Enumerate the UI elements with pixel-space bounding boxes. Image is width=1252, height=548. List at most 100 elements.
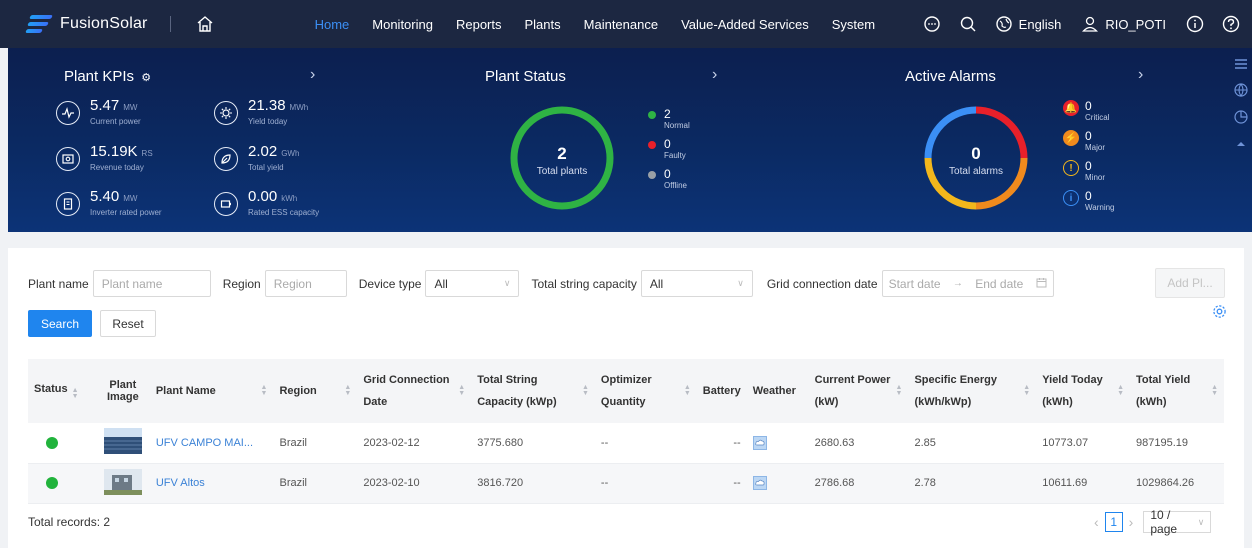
prev-page-icon[interactable]: ‹	[1094, 514, 1099, 530]
sort-icon[interactable]: ▲ ▼	[1023, 384, 1030, 397]
chat-icon[interactable]	[921, 13, 943, 35]
col-weather-label: Weather	[752, 385, 796, 397]
user-icon[interactable]	[1079, 13, 1101, 35]
col-status[interactable]: Status ▲ ▼	[28, 359, 96, 423]
app-logo[interactable]: FusionSolar	[25, 13, 148, 35]
menu-plants[interactable]: Plants	[525, 17, 561, 32]
col-current-power[interactable]: Current Power (kW) ▲ ▼	[809, 359, 909, 423]
col-specific-energy[interactable]: Specific Energy (kWh/kWp) ▲ ▼	[908, 359, 1036, 423]
col-plant-name[interactable]: Plant Name ▲ ▼	[150, 359, 274, 423]
kpi-inverter-rated-power: 5.40 MW Inverter rated power	[56, 189, 162, 217]
sort-icon[interactable]: ▲ ▼	[582, 384, 589, 397]
col-string-capacity[interactable]: Total String Capacity (kWp) ▲ ▼	[471, 359, 595, 423]
username[interactable]: RIO_POTI	[1105, 17, 1166, 32]
list-icon[interactable]	[1234, 58, 1248, 73]
status-value: 2	[664, 107, 671, 121]
alarm-major[interactable]: ⚡ 0 Major	[1063, 130, 1105, 152]
col-status-label: Status	[34, 382, 68, 395]
menu-value-added-services[interactable]: Value-Added Services	[681, 17, 809, 32]
plant-kpis-chevron-icon[interactable]: ›	[310, 66, 315, 84]
sort-icon[interactable]: ▲ ▼	[896, 384, 903, 397]
col-region[interactable]: Region ▲ ▼	[273, 359, 357, 423]
menu-system[interactable]: System	[832, 17, 875, 32]
col-grid-date[interactable]: Grid Connection Date ▲ ▼	[357, 359, 471, 423]
column-settings-gear-icon[interactable]	[1212, 304, 1227, 322]
device-type-select[interactable]: All ∨	[425, 270, 520, 297]
sort-icon[interactable]: ▲ ▼	[1117, 384, 1124, 397]
language-selector[interactable]: English	[1019, 17, 1062, 32]
search-icon[interactable]	[957, 13, 979, 35]
next-page-icon[interactable]: ›	[1129, 514, 1134, 530]
total-plants-value: 2	[557, 144, 567, 163]
plant-thumbnail-solar-panels[interactable]	[103, 428, 142, 455]
menu-reports[interactable]: Reports	[456, 17, 502, 32]
status-value: 0	[664, 137, 671, 151]
grid-date-cell: 2023-02-10	[363, 477, 420, 489]
sort-icon[interactable]: ▲ ▼	[72, 387, 79, 400]
menu-maintenance[interactable]: Maintenance	[584, 17, 658, 32]
sort-icon[interactable]: ▲ ▼	[344, 384, 351, 397]
plant-name-input[interactable]: Plant name	[92, 270, 211, 297]
table-row[interactable]: UFV CAMPO MAI... Brazil 2023-02-12 3775.…	[28, 423, 1224, 463]
weather-cloudy-icon[interactable]	[752, 476, 767, 490]
kpi-unit: MWh	[289, 103, 309, 112]
status-normal[interactable]: 2 Normal	[648, 108, 690, 130]
pie-chart-icon[interactable]	[1234, 110, 1248, 127]
menu-home[interactable]: Home	[315, 17, 350, 32]
grid-date-range-picker[interactable]: Start date → End date	[881, 270, 1054, 297]
date-arrow: →	[952, 278, 963, 289]
collapse-up-icon[interactable]	[1236, 137, 1246, 151]
kpi-rated-ess-capacity: 0.00 kWh Rated ESS capacity	[214, 189, 319, 217]
plant-name-link[interactable]: UFV Altos	[150, 463, 274, 503]
home-icon[interactable]	[195, 14, 215, 34]
plant-name-placeholder: Plant name	[101, 276, 163, 291]
help-icon[interactable]	[1220, 13, 1242, 35]
active-alarms-chevron-icon[interactable]: ›	[1138, 66, 1143, 84]
plant-status-center: 2 Total plants	[508, 144, 616, 177]
plant-thumbnail-building[interactable]	[103, 468, 142, 495]
region-cell: Brazil	[279, 436, 307, 449]
yield-today-cell: 10611.69	[1042, 477, 1088, 489]
kpi-settings-icon[interactable]: ⚙	[141, 72, 151, 84]
alarm-label: Warning	[1085, 203, 1115, 212]
alarm-critical[interactable]: 🔔 0 Critical	[1063, 100, 1109, 122]
page-number-current[interactable]: 1	[1104, 512, 1123, 532]
plant-status-chevron-icon[interactable]: ›	[712, 66, 717, 84]
col-opt-label-2: Quantity	[600, 396, 646, 408]
alarm-warning[interactable]: i 0 Warning	[1063, 190, 1115, 212]
alarm-minor[interactable]: ! 0 Minor	[1063, 160, 1105, 182]
sort-icon[interactable]: ▲ ▼	[1211, 384, 1218, 397]
col-yield-today[interactable]: Yield Today (kWh) ▲ ▼	[1036, 359, 1130, 423]
sort-icon[interactable]: ▲ ▼	[684, 384, 691, 397]
plant-image-cell[interactable]	[96, 463, 150, 503]
globe-icon[interactable]	[993, 13, 1015, 35]
reset-button[interactable]: Reset	[100, 310, 156, 337]
sort-icon[interactable]: ▲ ▼	[261, 384, 268, 397]
side-toolbar	[1234, 58, 1248, 161]
status-faulty[interactable]: 0 Faulty	[648, 138, 686, 160]
status-offline[interactable]: 0 Offline	[648, 168, 687, 190]
col-total-yield[interactable]: Total Yield (kWh) ▲ ▼	[1130, 359, 1224, 423]
plant-name-link[interactable]: UFV CAMPO MAI...	[150, 423, 274, 463]
globe-grid-icon[interactable]	[1234, 83, 1248, 100]
plant-kpis-title-text: Plant KPIs	[64, 68, 135, 85]
sort-icon[interactable]: ▲ ▼	[458, 384, 465, 397]
search-button[interactable]: Search	[28, 310, 92, 337]
col-optimizer[interactable]: Optimizer Quantity ▲ ▼	[595, 359, 697, 423]
current-power-cell: 2786.68	[814, 477, 855, 489]
optimizer-cell: --	[600, 477, 609, 489]
status-normal-dot	[46, 436, 58, 449]
string-capacity-select[interactable]: All ∨	[640, 270, 753, 297]
menu-monitoring[interactable]: Monitoring	[372, 17, 433, 32]
active-alarms-title: Active Alarms	[905, 68, 996, 85]
plant-image-cell[interactable]	[96, 423, 150, 463]
add-plant-button[interactable]: Add Pl...	[1155, 268, 1225, 298]
capacity-cell: 3775.680	[477, 436, 524, 449]
end-date-placeholder: End date	[975, 276, 1024, 291]
info-icon[interactable]	[1184, 13, 1206, 35]
region-input[interactable]: Region	[264, 270, 347, 297]
kpi-yield-today: 21.38 MWh Yield today	[214, 98, 308, 126]
table-row[interactable]: UFV Altos Brazil 2023-02-10 3816.720 -- …	[28, 463, 1224, 503]
page-size-select[interactable]: 10 / page ∨	[1143, 508, 1212, 536]
weather-cloudy-icon[interactable]	[752, 435, 767, 450]
